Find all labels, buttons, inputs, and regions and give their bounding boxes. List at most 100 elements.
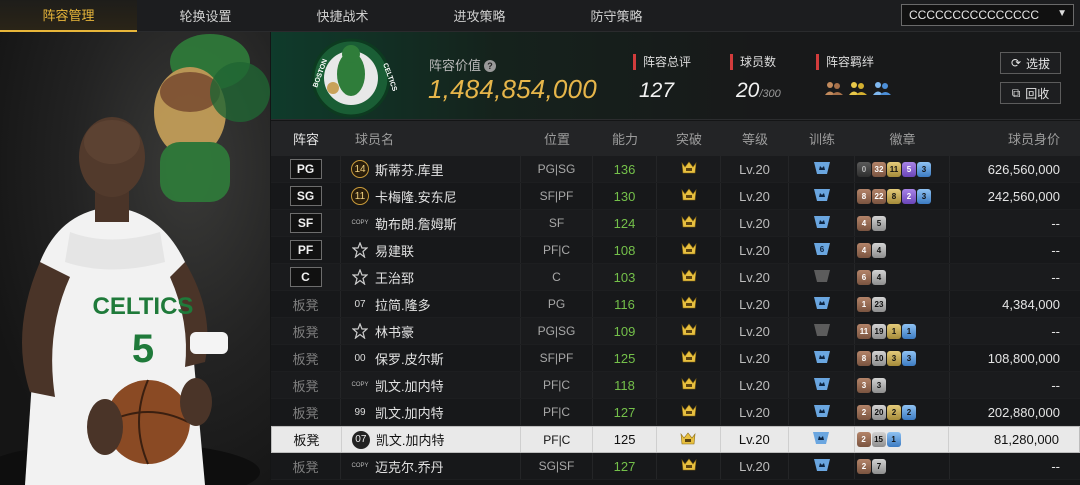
cell-level: Lv.20 [721, 345, 789, 371]
cell-badges: 27 [855, 453, 950, 479]
svg-text:6: 6 [819, 245, 824, 254]
training-icon[interactable] [812, 404, 832, 421]
crown-icon[interactable] [681, 350, 697, 366]
cell-training [789, 427, 855, 452]
training-icon[interactable] [812, 296, 832, 313]
copy-icon: COPY [351, 463, 369, 469]
badge-chip: 19 [872, 323, 886, 339]
table-row[interactable]: PF 易建联 PF|C 108 Lv.20 6 44 -- [271, 237, 1080, 264]
crown-icon[interactable] [681, 215, 697, 231]
table-row[interactable]: 板凳 07 拉简.隆多 PG 116 Lv.20 1 23 4,384,000 [271, 291, 1080, 318]
player-name: 凯文.加内特 [375, 433, 445, 448]
cell-player-name: COPY 勒布朗.詹姆斯 [341, 210, 521, 236]
badge-chip: 11 [857, 323, 871, 339]
badge-chip: 0 [857, 161, 871, 177]
table-row[interactable]: 板凳 林书豪 PG|SG 109 Lv.20 11 19 1 1 -- [271, 318, 1080, 345]
table-row[interactable]: SG 11 卡梅隆.安东尼 SF|PF 130 Lv.20 8 22 8 2 3 242,… [271, 183, 1080, 210]
cell-level: Lv.20 [721, 318, 789, 344]
crown-icon[interactable] [681, 404, 697, 420]
tab-quick-tactics[interactable]: 快捷战术 [274, 0, 411, 32]
select-button-label: 选拔 [1026, 56, 1051, 71]
crown-icon[interactable] [681, 458, 697, 474]
col-position[interactable]: 位置 [521, 129, 593, 148]
badge-chip: 3 [902, 350, 916, 366]
cell-position: SF [521, 210, 593, 236]
lineup-value-label-text: 阵容价值 [429, 58, 482, 73]
table-row[interactable]: 板凳 COPY 迈克尔.乔丹 SG|SF 127 Lv.20 27 -- [271, 453, 1080, 480]
training-icon[interactable] [812, 458, 832, 475]
cell-level: Lv.20 [721, 372, 789, 398]
cell-lineup: 板凳 [271, 345, 341, 371]
crown-icon[interactable] [680, 432, 696, 448]
badge-chip: 3 [917, 161, 931, 177]
bond-blue-icon[interactable] [872, 80, 892, 96]
cell-level: Lv.20 [721, 156, 789, 182]
cell-player-name: COPY 迈克尔.乔丹 [341, 453, 521, 479]
col-breakthrough[interactable]: 突破 [657, 129, 721, 148]
badge-chip: 2 [902, 188, 916, 204]
crown-icon[interactable] [681, 269, 697, 285]
training-icon[interactable] [812, 269, 832, 286]
tab-rotation-settings[interactable]: 轮换设置 [137, 0, 274, 32]
crown-icon[interactable] [681, 188, 697, 204]
bond-gold-icon[interactable] [848, 80, 868, 96]
cell-training [789, 318, 855, 344]
lineup-position-tag: SG [289, 186, 322, 206]
cell-badges: 0 32 11 5 3 [855, 156, 950, 182]
table-row[interactable]: 板凳 07 凯文.加内特 PF|C 125 Lv.20 2 15 1 81,280,0… [271, 426, 1080, 453]
training-icon[interactable] [812, 377, 832, 394]
col-training[interactable]: 训练 [789, 129, 855, 148]
cell-ability: 125 [593, 427, 658, 452]
crown-icon[interactable] [681, 377, 697, 393]
select-button[interactable]: ⟳ 选拔 [1000, 52, 1061, 74]
table-row[interactable]: C 王治郅 C 103 Lv.20 64 -- [271, 264, 1080, 291]
cell-breakthrough [657, 291, 721, 317]
training-icon[interactable] [812, 215, 832, 232]
cell-player-value: 626,560,000 [987, 161, 1060, 177]
crown-icon[interactable] [681, 161, 697, 177]
col-badges[interactable]: 徽章 [855, 129, 950, 148]
table-row[interactable]: SF COPY 勒布朗.詹姆斯 SF 124 Lv.20 45 -- [271, 210, 1080, 237]
badge-chip: 8 [887, 188, 901, 204]
crown-icon[interactable] [681, 296, 697, 312]
table-row[interactable]: 板凳 99 凯文.加内特 PF|C 127 Lv.20 2 20 2 2 202,880… [271, 399, 1080, 426]
tab-lineup-management[interactable]: 阵容管理 [0, 0, 137, 32]
training-icon[interactable] [812, 350, 832, 367]
training-icon[interactable]: 6 [812, 242, 832, 259]
col-lineup[interactable]: 阵容 [271, 129, 341, 148]
tab-offense-strategy[interactable]: 进攻策略 [411, 0, 548, 32]
player-count-stat: 球员数 20/300 [730, 54, 781, 103]
crown-icon[interactable] [681, 242, 697, 258]
col-player-name[interactable]: 球员名 [341, 129, 521, 148]
bench-tag: 板凳 [292, 405, 319, 421]
training-icon[interactable] [812, 188, 832, 205]
cell-training [789, 210, 855, 236]
cell-level: Lv.20 [721, 264, 789, 290]
cell-ability: 108 [593, 237, 657, 263]
col-ability[interactable]: 能力 [593, 129, 657, 148]
training-icon[interactable] [812, 161, 832, 178]
col-level[interactable]: 等级 [721, 129, 789, 148]
player-name: 凯文.加内特 [375, 405, 444, 421]
col-player-value[interactable]: 球员身价 [950, 129, 1080, 148]
table-row[interactable]: 板凳 00 保罗.皮尔斯 SF|PF 125 Lv.20 8 10 3 3 108,80… [271, 345, 1080, 372]
recycle-button[interactable]: ⧉ 回收 [1000, 82, 1061, 104]
bond-stat: 阵容羁绊 [816, 54, 892, 96]
player-name: 易建联 [375, 243, 415, 259]
table-row[interactable]: PG 14 斯蒂芬.库里 PG|SG 136 Lv.20 0 32 11 5 3 626,… [271, 156, 1080, 183]
tab-defense-strategy[interactable]: 防守策略 [548, 0, 685, 32]
badge-chip: 1 [902, 323, 916, 339]
cell-breakthrough [657, 156, 721, 182]
cell-level: Lv.20 [721, 237, 789, 263]
badge-chip: 11 [887, 161, 901, 177]
bond-bronze-icon[interactable] [824, 80, 844, 96]
account-dropdown[interactable]: CCCCCCCCCCCCCCC ▼ [901, 4, 1074, 26]
cell-player-value: 4,384,000 [1002, 296, 1060, 312]
crown-icon[interactable] [681, 323, 697, 339]
cell-lineup: 板凳 [271, 318, 341, 344]
help-icon[interactable]: ? [484, 60, 497, 72]
training-icon[interactable] [811, 431, 831, 448]
top-nav: 阵容管理 轮换设置 快捷战术 进攻策略 防守策略 CCCCCCCCCCCCCCC… [0, 0, 1080, 32]
training-icon[interactable] [812, 323, 832, 340]
table-row[interactable]: 板凳 COPY 凯文.加内特 PF|C 118 Lv.20 33 -- [271, 372, 1080, 399]
